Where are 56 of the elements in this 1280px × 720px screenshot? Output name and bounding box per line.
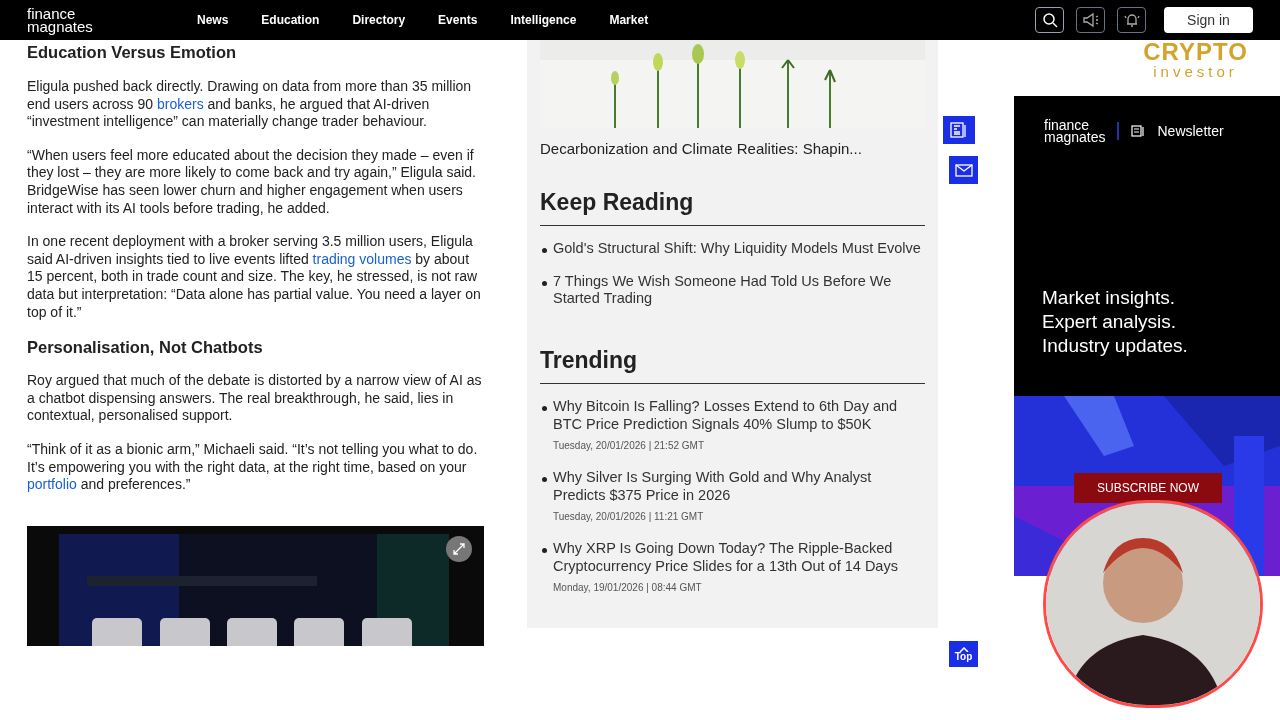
nav-link[interactable]: Intelligence [510,11,577,29]
nav-link[interactable]: Education [261,11,320,29]
newspaper-icon [1131,125,1146,137]
text-link[interactable]: portfolio [27,476,77,493]
megaphone-button[interactable] [1076,7,1105,33]
article-date: Tuesday, 20/01/2026 | 21:52 GMT [553,439,706,453]
article-link[interactable]: Decarbonization and Climate Realities: Shapin... [540,138,925,161]
bell-icon [1122,12,1141,28]
back-to-top-button[interactable]: Top [949,641,978,667]
article-link[interactable]: Why Bitcoin Is Falling? Losses Extend to 6th Day and BTC Price Prediction Signals 40% Slump to $50K [553,398,925,433]
bullet-icon [542,548,547,553]
nav-link[interactable]: News [197,11,229,29]
chevron-up-icon [958,646,969,652]
overlay-logo-subtitle: investor [1153,64,1238,79]
ad-tagline: Expert analysis. [1042,310,1178,334]
article-link[interactable]: 7 Things We Wish Someone Had Told Us Before We Started Trading [553,272,925,308]
search-button[interactable] [1035,7,1064,33]
bullet-icon [542,477,547,482]
paragraph: Roy argued that much of the debate is distorted by a narrow view of AI as a chatbot dispensing answers. The real breakthrough, he said, lies in contextual, personalised support. [27,372,483,425]
paragraph: In one recent deployment with a broker serving 3.5 million users, Eligula said AI-driven insights tied to live events lifted trading volumes by about 15 percent, both in trade count and size. The key, he stressed, is not raw data but interpretation: “Data alone has partial value. You need a layer on top of it.” [27,233,482,322]
article-date: Monday, 19/01/2026 | 08:44 GMT [553,581,703,595]
nav-link[interactable]: Events [438,11,478,29]
nav-link[interactable]: Directory [352,11,406,29]
search-icon [1041,12,1058,28]
ad-tagline: Market insights. [1042,286,1177,310]
subscribe-button[interactable]: SUBSCRIBE NOW [1074,473,1222,503]
megaphone-icon [1081,12,1100,28]
newsletter-button[interactable] [943,116,975,144]
article-link[interactable]: Why Silver Is Surging With Gold and Why Analyst Predicts $375 Price in 2026 [553,469,925,504]
section-title: Keep Reading [540,184,925,226]
bullet-icon [542,280,547,286]
section-heading: Education Versus Emotion [27,42,238,62]
paragraph: Eligula pushed back directly. Drawing on data from more than 35 million end users across 90 brokers and banks, he argued that AI-driven “investment intelligence” can materially change trader behaviour. [27,78,473,131]
section-title: Trending [540,342,925,384]
article-date: Tuesday, 20/01/2026 | 11:21 GMT [553,510,705,524]
text-link[interactable]: brokers [156,95,204,112]
section-heading: Personalisation, Not Chatbots [27,337,264,358]
bullet-icon [542,248,547,253]
ad-tagline: Industry updates. [1042,334,1189,358]
paragraph: “Think of it as a bionic arm,” Michaeli said. “It’s not telling you what to do. It’s empowering you with the right data, at the right time, based on your portfolio and preferences.” [27,440,479,494]
email-button[interactable] [949,156,978,184]
site-logo[interactable]: finance magnates [27,7,187,33]
expand-icon [453,542,465,555]
text-link[interactable]: trading volumes [312,250,412,267]
article-link[interactable]: Gold's Structural Shift: Why Liquidity Models Must Evolve [553,240,921,258]
newspaper-icon [949,121,969,139]
nav-link[interactable]: Market [609,11,649,29]
newsletter-label: Newsletter [1157,121,1224,141]
sign-in-button[interactable]: Sign in [1164,7,1253,33]
ad-logo: finance magnates [1044,119,1106,143]
overlay-logo-title: CRYPTO [1143,40,1248,64]
bell-button[interactable] [1117,7,1146,33]
article-link[interactable]: Why XRP Is Going Down Today? The Ripple-Backed Cryptocurrency Price Slides for a 13th Out of 14 Days [553,540,925,575]
envelope-icon [954,163,973,177]
bullet-icon [542,406,547,411]
paragraph: “When users feel more educated about the decision they made – even if they lost – they are more likely to come back and try again,” Eligula said. BridgeWise has seen lower churn and higher engagement when users interact with its AI tools before trading, he added. [27,146,477,218]
